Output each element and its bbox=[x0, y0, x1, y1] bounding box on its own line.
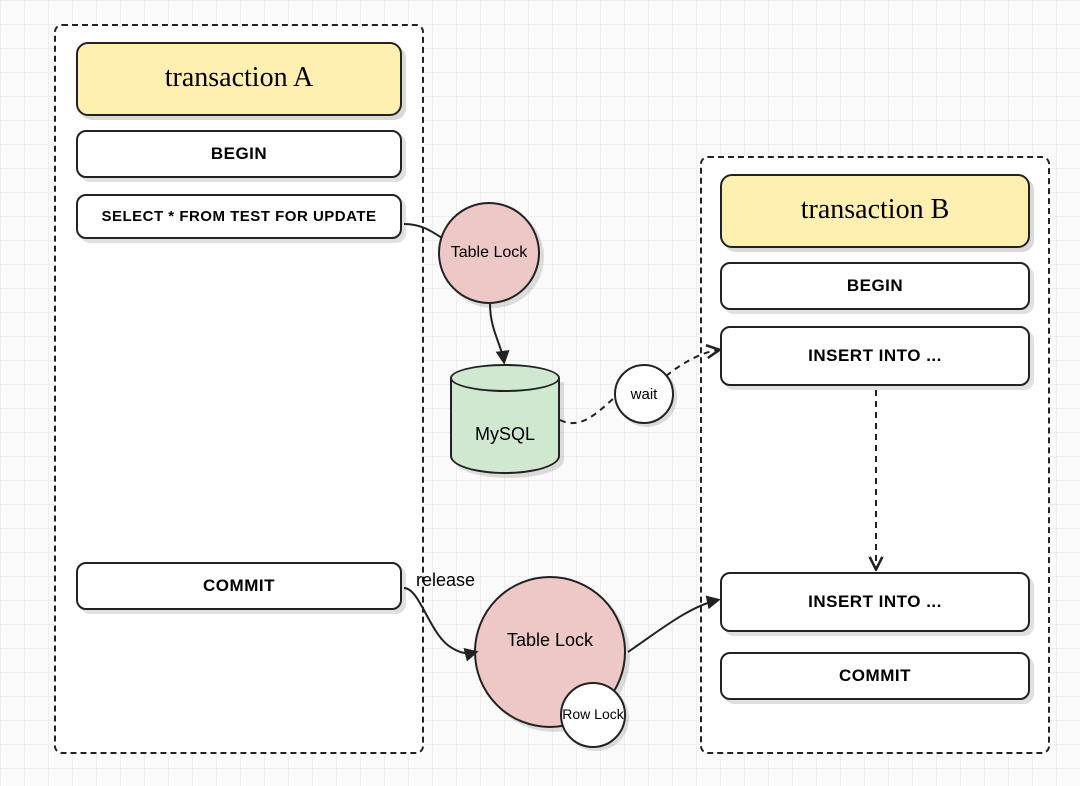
release-label: release bbox=[416, 570, 475, 591]
select-box-a: SELECT * FROM TEST FOR UPDATE bbox=[76, 194, 402, 239]
table-lock-1-circle: Table Lock bbox=[438, 202, 540, 304]
transaction-a-header: transaction A bbox=[76, 42, 402, 116]
transaction-b-header: transaction B bbox=[720, 174, 1030, 248]
insert2-box-b: INSERT INTO ... bbox=[720, 572, 1030, 632]
begin-box-a: BEGIN bbox=[76, 130, 402, 178]
commit-box-a: COMMIT bbox=[76, 562, 402, 610]
wait-circle: wait bbox=[614, 364, 674, 424]
mysql-label: MySQL bbox=[450, 424, 560, 445]
begin-box-b: BEGIN bbox=[720, 262, 1030, 310]
table-lock-2-label: Table Lock bbox=[507, 630, 593, 651]
row-lock-circle: Row Lock bbox=[560, 682, 626, 748]
insert1-box-b: INSERT INTO ... bbox=[720, 326, 1030, 386]
mysql-database-icon: MySQL bbox=[450, 364, 560, 474]
commit-box-b: COMMIT bbox=[720, 652, 1030, 700]
